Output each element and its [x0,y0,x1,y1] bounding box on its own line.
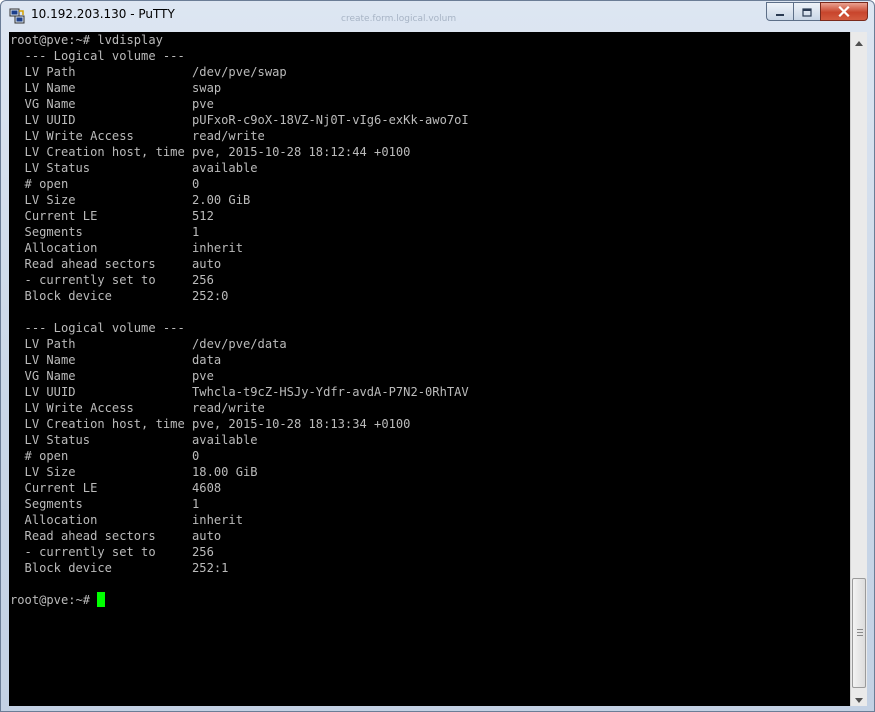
terminal-line: LV Write Access read/write [10,129,265,143]
terminal-line: LV Size 2.00 GiB [10,193,251,207]
terminal-line: # open 0 [10,177,200,191]
terminal-line: Segments 1 [10,225,200,239]
terminal-line: LV Creation host, time pve, 2015-10-28 1… [10,417,411,431]
minimize-icon [775,2,785,21]
terminal-cursor [97,592,106,607]
terminal-line: Allocation inherit [10,513,243,527]
terminal-line: LV Write Access read/write [10,401,265,415]
terminal-line: LV Name swap [10,81,222,95]
terminal-line: VG Name pve [10,369,214,383]
terminal-line: Block device 252:1 [10,561,229,575]
terminal-screen[interactable]: root@pve:~# lvdisplay --- Logical volume… [9,32,850,706]
terminal-line: VG Name pve [10,97,214,111]
terminal-line: --- Logical volume --- [10,321,185,335]
terminal-line: Read ahead sectors auto [10,257,222,271]
terminal-line: root@pve:~# lvdisplay [10,33,163,47]
terminal-line: Read ahead sectors auto [10,529,222,543]
terminal-prompt-line[interactable]: root@pve:~# [10,592,106,608]
terminal-line: LV Creation host, time pve, 2015-10-28 1… [10,145,411,159]
terminal-line: - currently set to 256 [10,545,214,559]
terminal-line: Block device 252:0 [10,289,229,303]
scrollbar-thumb[interactable] [852,578,866,688]
maximize-icon [802,2,812,21]
terminal-line: LV UUID pUFxoR-c9oX-18VZ-Nj0T-vIg6-exKk-… [10,113,469,127]
terminal-line: LV UUID Twhcla-t9cZ-HSJy-Ydfr-avdA-P7N2-… [10,385,469,399]
scroll-down-arrow-icon [855,688,863,707]
terminal-line: LV Path /dev/pve/swap [10,65,287,79]
putty-window: 10.192.203.130 - PuTTY create.form.logic… [0,0,875,712]
close-icon [838,2,850,21]
terminal-line: --- Logical volume --- [10,49,185,63]
terminal-line: Current LE 512 [10,209,214,223]
terminal-line: LV Size 18.00 GiB [10,465,258,479]
scroll-up-button[interactable] [851,32,867,49]
terminal-line: LV Name data [10,353,222,367]
terminal-prompt: root@pve:~# [10,593,98,607]
vertical-scrollbar[interactable] [850,32,867,706]
terminal-line: Segments 1 [10,497,200,511]
terminal-line: Allocation inherit [10,241,243,255]
terminal-line: Current LE 4608 [10,481,222,495]
close-button[interactable] [820,2,868,21]
background-window-ghost-text: create.form.logical.volum [341,14,457,24]
terminal-line: LV Status available [10,433,258,447]
maximize-button[interactable] [793,2,820,21]
terminal-line: LV Path /dev/pve/data [10,337,287,351]
putty-icon[interactable] [9,8,25,24]
scroll-up-arrow-icon [855,31,863,50]
window-title: 10.192.203.130 - PuTTY [31,7,175,21]
terminal-line: - currently set to 256 [10,273,214,287]
minimize-button[interactable] [766,2,793,21]
terminal-output: root@pve:~# lvdisplay --- Logical volume… [10,32,469,576]
terminal-line: LV Status available [10,161,258,175]
title-bar[interactable]: 10.192.203.130 - PuTTY create.form.logic… [1,1,874,31]
scroll-down-button[interactable] [851,689,867,706]
terminal-line: # open 0 [10,449,200,463]
